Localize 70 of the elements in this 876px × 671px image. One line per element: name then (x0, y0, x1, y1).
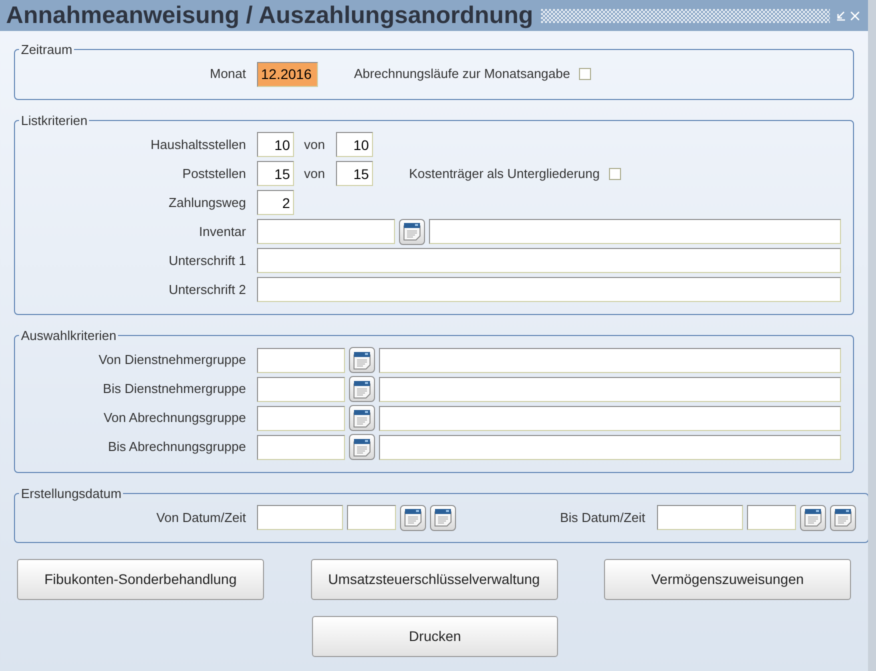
notepad-icon (353, 380, 371, 398)
action-button[interactable]: Vermögenszuweisungen (604, 559, 851, 600)
lookup-button[interactable] (400, 504, 426, 530)
field-label: Zahlungsweg (168, 194, 246, 212)
notepad-icon (353, 350, 371, 370)
close-icon[interactable] (850, 10, 860, 20)
notepad-icon (804, 508, 822, 527)
input-field[interactable] (747, 505, 796, 530)
field-label: Unterschrift 1 (168, 252, 246, 270)
field-label: von (304, 164, 325, 183)
window-title: Annahmeanweisung / Auszahlungsanordnung (6, 0, 534, 30)
input-field[interactable]: 15 (257, 161, 294, 186)
input-field[interactable] (257, 248, 841, 273)
input-field[interactable] (379, 434, 841, 460)
notepad-icon (404, 508, 422, 527)
section-legend: Zeitraum (19, 40, 74, 60)
input-field[interactable] (257, 406, 345, 430)
lookup-button[interactable] (349, 347, 375, 373)
input-field[interactable]: 15 (336, 161, 373, 186)
input-field[interactable] (657, 505, 744, 530)
input-field[interactable] (257, 348, 345, 372)
print-button[interactable]: Drucken (312, 616, 558, 657)
checkbox[interactable] (608, 168, 621, 180)
lookup-button[interactable] (349, 376, 375, 402)
input-field[interactable] (429, 219, 841, 244)
field-label: Haushaltsstellen (150, 136, 246, 154)
notepad-icon (353, 438, 371, 456)
checkbox[interactable] (579, 68, 592, 80)
input-field[interactable] (257, 434, 345, 460)
input-field[interactable]: 12.2016 (257, 62, 318, 86)
input-field[interactable]: 2 (257, 190, 294, 215)
field-label: Von Dienstnehmergruppe (98, 351, 246, 370)
input-field[interactable] (257, 505, 343, 530)
minimize-icon[interactable] (836, 10, 846, 20)
lookup-button[interactable] (800, 504, 826, 530)
lookup-button[interactable] (830, 504, 856, 530)
lookup-button[interactable] (349, 405, 375, 431)
field-label: Abrechnungsläufe zur Monatsangabe (354, 65, 570, 84)
field-label: Unterschrift 2 (168, 280, 246, 299)
notepad-icon (353, 408, 371, 428)
field-label: Kostenträger als Untergliederung (408, 164, 600, 183)
field-label: Poststellen (181, 164, 246, 183)
input-field[interactable] (257, 219, 395, 244)
lookup-button[interactable] (399, 218, 425, 244)
input-field[interactable] (347, 505, 396, 530)
field-label: Inventar (198, 222, 246, 241)
field-label: Bis Abrechnungsgruppe (106, 438, 246, 456)
action-button[interactable]: Fibukonten-Sonderbehandlung (17, 559, 264, 600)
notepad-icon (834, 508, 852, 527)
notepad-icon (434, 508, 452, 527)
section-legend: Erstellungsdatum (19, 484, 124, 503)
field-label: Von Abrechnungsgruppe (102, 409, 246, 428)
field-label: Monat (208, 65, 246, 84)
input-field[interactable]: 10 (257, 132, 294, 157)
section-legend: Auswahlkriterien (19, 326, 118, 346)
lookup-button[interactable] (430, 504, 456, 530)
field-label: Von Datum/Zeit (155, 508, 246, 527)
input-field[interactable] (257, 376, 345, 402)
action-button[interactable]: Umsatzsteuerschlüsselverwaltung (310, 559, 558, 600)
lookup-button[interactable] (349, 434, 375, 460)
field-label: Bis Datum/Zeit (560, 508, 646, 527)
input-field[interactable] (257, 277, 841, 302)
field-label: von (304, 136, 325, 154)
notepad-icon (403, 222, 421, 241)
input-field[interactable]: 10 (336, 132, 373, 157)
input-field[interactable] (379, 348, 841, 372)
input-field[interactable] (379, 406, 841, 430)
section-legend: Listkriterien (19, 110, 90, 130)
input-field[interactable] (379, 376, 841, 402)
field-label: Bis Dienstnehmergruppe (102, 380, 246, 398)
